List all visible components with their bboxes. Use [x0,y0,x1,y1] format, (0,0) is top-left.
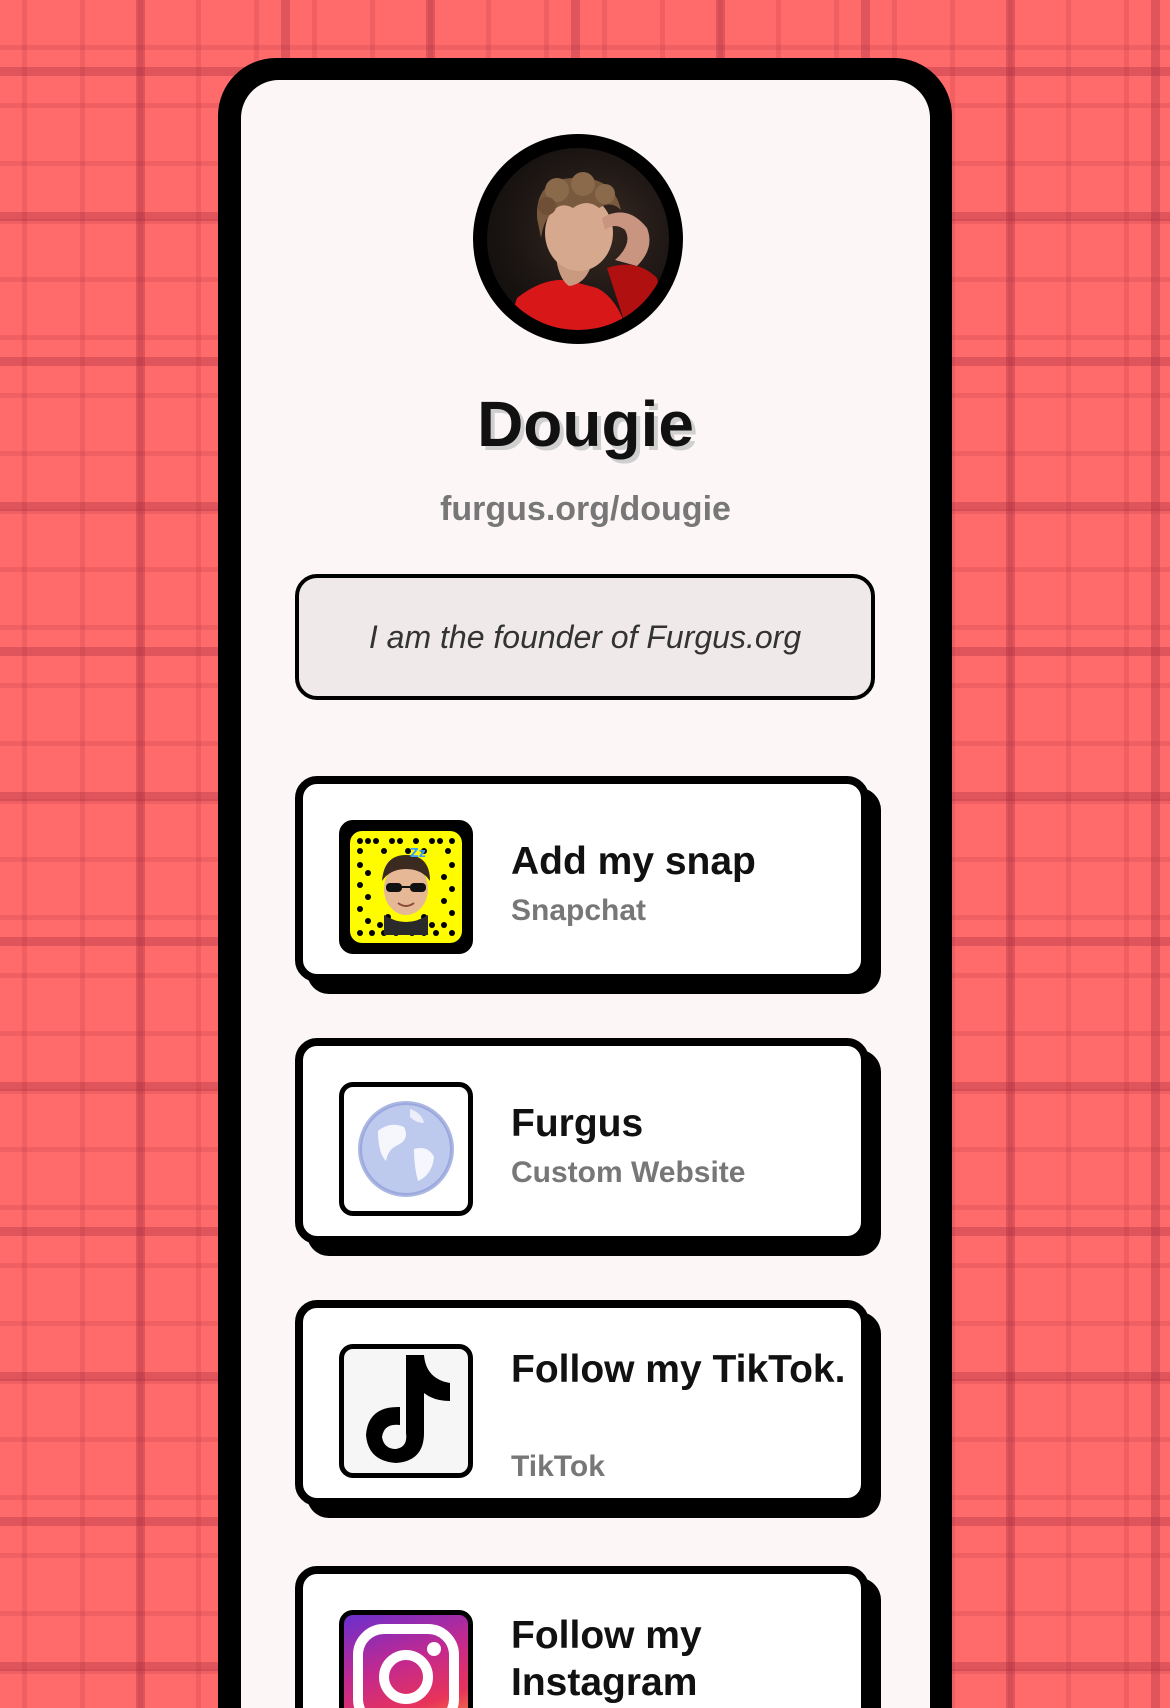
avatar [473,134,683,344]
card-title: Follow my Instagram [511,1614,702,1704]
link-card-instagram[interactable]: Follow my Instagram [295,1566,881,1708]
avatar-photo [487,148,669,330]
card-title: Furgus [511,1102,644,1145]
card-face: Follow my TikTok. TikTok [295,1300,869,1506]
link-card-tiktok[interactable]: Follow my TikTok. TikTok [295,1300,881,1518]
card-title: Follow my TikTok. [511,1348,846,1391]
tiktok-icon [339,1344,473,1478]
card-subtitle: Snapchat [511,894,647,927]
link-card-website[interactable]: Furgus Custom Website [295,1038,881,1256]
card-face: Zz Add my snap Snapchat [295,776,869,982]
instagram-icon [339,1610,473,1708]
card-face: Furgus Custom Website [295,1038,869,1244]
globe-icon [339,1082,473,1216]
card-title: Add my snap [511,840,756,883]
profile-name: Dougie [477,388,694,460]
svg-text:Zz: Zz [410,846,426,860]
card-subtitle: Custom Website [511,1156,746,1189]
profile-url[interactable]: furgus.org/dougie [241,492,930,526]
profile-screen: Dougie furgus.org/dougie I am the founde… [241,80,930,1708]
card-subtitle: TikTok [511,1450,605,1483]
link-card-snapchat[interactable]: Zz Add my snap Snapchat [295,776,881,994]
profile-bio: I am the founder of Furgus.org [295,574,875,700]
snapcode-icon: Zz [339,820,473,954]
card-face: Follow my Instagram [295,1566,869,1708]
